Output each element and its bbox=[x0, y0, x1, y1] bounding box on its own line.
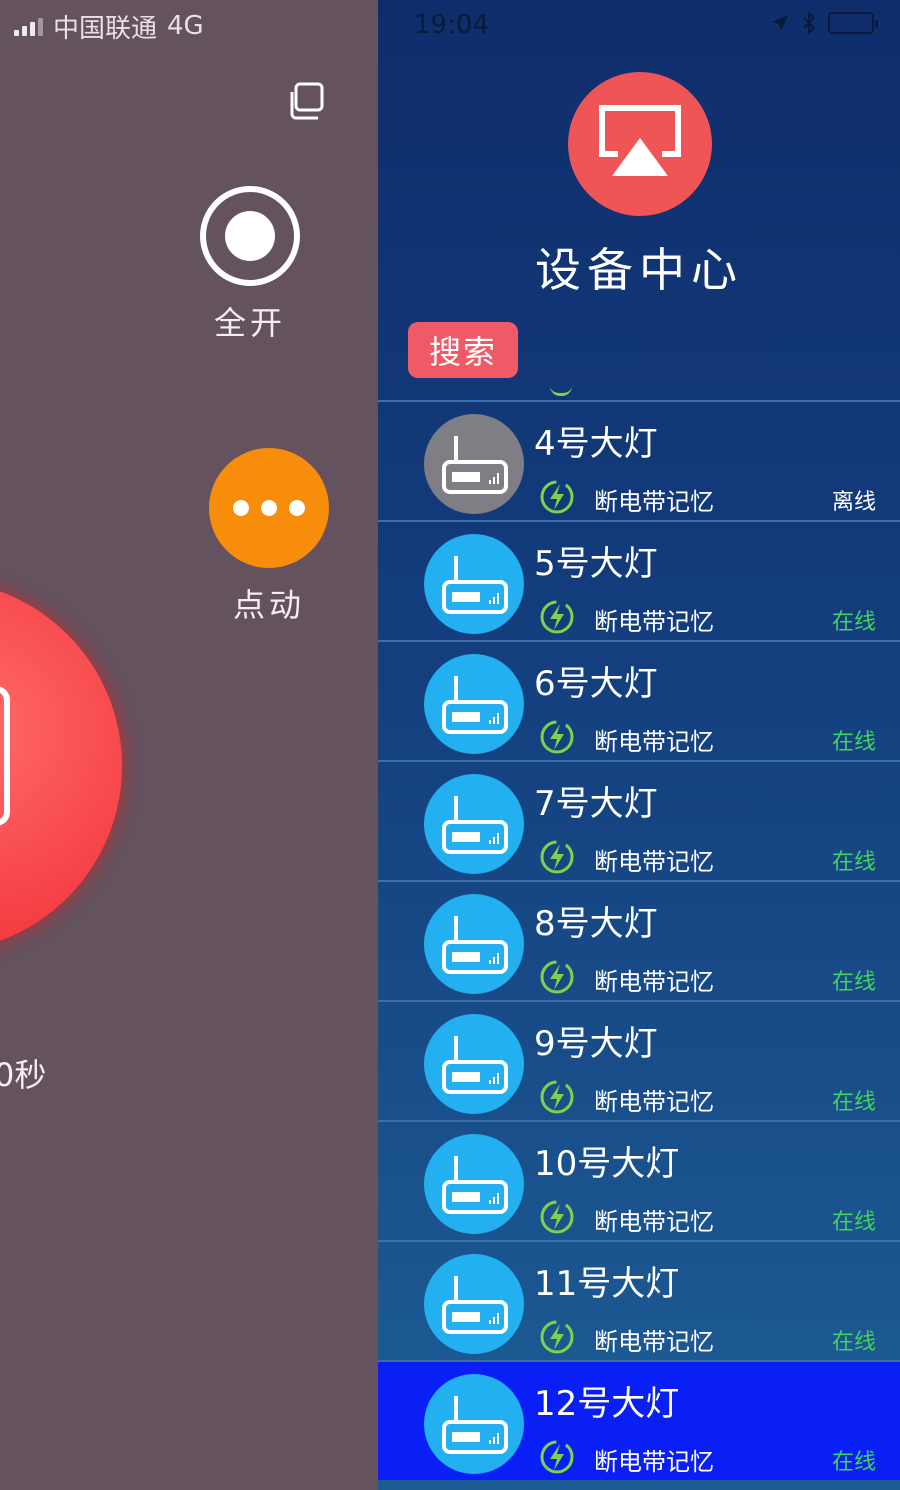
device-name: 10号大灯 bbox=[534, 1144, 680, 1184]
power-memory-icon bbox=[540, 600, 574, 634]
device-status: 在线 bbox=[831, 1450, 876, 1475]
device-center-logo bbox=[568, 72, 712, 216]
device-status: 在线 bbox=[831, 730, 876, 755]
device-name: 8号大灯 bbox=[534, 904, 658, 944]
status-bar-right: 19:04 bbox=[378, 8, 900, 44]
device-row-6[interactable]: 6号大灯 断电带记忆 在线 bbox=[378, 640, 900, 760]
power-memory-label: 断电带记忆 bbox=[594, 1088, 714, 1116]
location-arrow-icon bbox=[772, 15, 788, 31]
device-row-5[interactable]: 5号大灯 断电带记忆 在线 bbox=[378, 520, 900, 640]
device-name: 4号大灯 bbox=[534, 424, 658, 464]
record-icon bbox=[200, 186, 300, 286]
power-memory-label: 断电带记忆 bbox=[594, 488, 714, 516]
bluetooth-icon bbox=[803, 12, 816, 34]
device-status: 离线 bbox=[831, 490, 876, 515]
router-icon bbox=[424, 1134, 524, 1234]
device-name: 5号大灯 bbox=[534, 544, 658, 584]
power-memory-icon bbox=[540, 720, 574, 754]
device-status: 在线 bbox=[831, 970, 876, 995]
power-memory-label: 断电带记忆 bbox=[594, 1328, 714, 1356]
network-type: 4G bbox=[167, 11, 204, 41]
pull-refresh-indicator bbox=[550, 386, 572, 396]
device-row-11[interactable]: 11号大灯 断电带记忆 在线 bbox=[378, 1240, 900, 1360]
timer-text: 0秒 bbox=[0, 1056, 47, 1094]
device-name: 6号大灯 bbox=[534, 664, 658, 704]
device-row-8[interactable]: 8号大灯 断电带记忆 在线 bbox=[378, 880, 900, 1000]
jog-button[interactable]: 点动 bbox=[206, 448, 332, 626]
device-status: 在线 bbox=[831, 610, 876, 635]
router-icon bbox=[424, 534, 524, 634]
carrier-name: 中国联通 bbox=[53, 13, 158, 44]
search-button[interactable]: 搜索 bbox=[408, 322, 518, 378]
device-status: 在线 bbox=[831, 1090, 876, 1115]
device-name: 9号大灯 bbox=[534, 1024, 658, 1064]
device-control-panel: 中国联通 4G 全开 点动 0秒 bbox=[0, 0, 378, 1490]
device-status: 在线 bbox=[831, 1210, 876, 1235]
device-status: 在线 bbox=[831, 1330, 876, 1355]
jog-label: 点动 bbox=[232, 586, 305, 624]
power-memory-icon bbox=[540, 840, 574, 874]
device-name: 7号大灯 bbox=[534, 784, 658, 824]
device-center-drawer: 19:04 设备中心 搜索 4号大灯 断电带记忆 离线 5号大灯 断电带记忆 在… bbox=[378, 0, 900, 1490]
power-icon bbox=[0, 686, 10, 826]
power-memory-label: 断电带记忆 bbox=[594, 1448, 714, 1476]
status-bar-left: 中国联通 4G bbox=[14, 8, 204, 44]
power-memory-label: 断电带记忆 bbox=[594, 608, 714, 636]
copy-icon[interactable] bbox=[284, 80, 328, 124]
power-button[interactable] bbox=[0, 580, 122, 952]
cell-signal-icon bbox=[14, 16, 43, 36]
power-memory-icon bbox=[540, 1200, 574, 1234]
device-row-4[interactable]: 4号大灯 断电带记忆 离线 bbox=[378, 400, 900, 520]
router-icon bbox=[424, 654, 524, 754]
router-icon bbox=[424, 1374, 524, 1474]
power-memory-label: 断电带记忆 bbox=[594, 848, 714, 876]
device-status: 在线 bbox=[831, 850, 876, 875]
all-on-button[interactable]: 全开 bbox=[196, 186, 304, 344]
device-row-10[interactable]: 10号大灯 断电带记忆 在线 bbox=[378, 1120, 900, 1240]
router-icon bbox=[424, 1014, 524, 1114]
more-dots-icon bbox=[209, 448, 329, 568]
page-title: 设备中心 bbox=[535, 243, 743, 297]
router-icon bbox=[424, 1254, 524, 1354]
router-icon bbox=[424, 414, 524, 514]
battery-icon bbox=[828, 12, 878, 34]
power-memory-icon bbox=[540, 1080, 574, 1114]
device-name: 11号大灯 bbox=[534, 1264, 680, 1304]
power-memory-icon bbox=[540, 960, 574, 994]
power-memory-label: 断电带记忆 bbox=[594, 728, 714, 756]
power-memory-icon bbox=[540, 1320, 574, 1354]
device-row-7[interactable]: 7号大灯 断电带记忆 在线 bbox=[378, 760, 900, 880]
power-memory-label: 断电带记忆 bbox=[594, 968, 714, 996]
power-memory-icon bbox=[540, 480, 574, 514]
device-row-12[interactable]: 12号大灯 断电带记忆 在线 bbox=[378, 1360, 900, 1480]
device-row-9[interactable]: 9号大灯 断电带记忆 在线 bbox=[378, 1000, 900, 1120]
power-memory-icon bbox=[540, 1440, 574, 1474]
status-time: 19:04 bbox=[414, 10, 489, 40]
device-name: 12号大灯 bbox=[534, 1384, 680, 1424]
airplay-icon bbox=[599, 105, 681, 176]
router-icon bbox=[424, 894, 524, 994]
device-list: 4号大灯 断电带记忆 离线 5号大灯 断电带记忆 在线 6号大灯 断电带记忆 在… bbox=[378, 400, 900, 1480]
power-memory-label: 断电带记忆 bbox=[594, 1208, 714, 1236]
router-icon bbox=[424, 774, 524, 874]
all-on-label: 全开 bbox=[213, 304, 286, 342]
